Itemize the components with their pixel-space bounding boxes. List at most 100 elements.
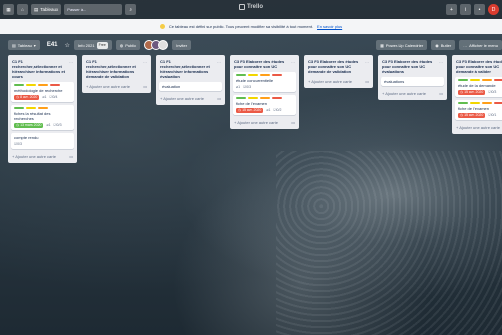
list-header[interactable]: C1 F1 rechercher,sélectionner et hiérarc… <box>11 58 74 82</box>
home-button[interactable]: ⌂ <box>17 4 28 15</box>
label-yellow[interactable] <box>470 79 480 81</box>
star-icon[interactable]: ☆ <box>65 42 70 49</box>
label-yellow[interactable] <box>26 107 36 109</box>
label-orange[interactable] <box>482 102 492 104</box>
label-yellow[interactable] <box>248 74 258 76</box>
label-orange[interactable] <box>38 84 48 86</box>
label-red[interactable] <box>50 84 60 86</box>
more-icon: … <box>463 42 468 48</box>
add-card-button[interactable]: + Ajouter une autre carte▭ <box>11 152 74 160</box>
more-icon[interactable]: … <box>365 59 369 64</box>
label-green[interactable] <box>458 79 468 81</box>
add-card-button[interactable]: + Ajouter une autre carte▭ <box>381 89 444 97</box>
apps-button[interactable]: ▦ <box>3 4 14 15</box>
label-yellow[interactable] <box>26 84 36 86</box>
due-date-badge[interactable]: ◷ 8 avr. 2020 <box>14 95 40 100</box>
template-icon[interactable]: ▭ <box>439 91 443 96</box>
card[interactable]: évaluation <box>159 82 222 91</box>
add-card-button[interactable]: + Ajouter une autre carte ▭ <box>233 118 296 126</box>
show-menu-button[interactable]: … Afficher le menu <box>459 40 502 50</box>
template-icon[interactable]: ▭ <box>291 120 295 125</box>
list-title[interactable]: C3 F3 Elaborer des études pour connaitre… <box>234 59 289 69</box>
card[interactable]: fiche de l'examen ◷ 15 avr. 2020 ☑0/1 <box>455 100 502 120</box>
more-icon[interactable]: … <box>69 59 73 64</box>
board-view-switcher[interactable]: ▤ Tableau ▾ <box>8 40 40 50</box>
due-date-badge[interactable]: ◷ 15 avr. 2020 <box>458 90 486 95</box>
card[interactable]: fiche de l'examen ◷ 15 avr. 2020 ⌀1 ☑0/2 <box>233 95 296 115</box>
team-button[interactable]: Info 2021 Free <box>73 40 112 50</box>
list: C1 F1 rechercher,sélectionner et hiérarc… <box>82 55 151 93</box>
info-button[interactable]: i <box>460 4 471 15</box>
card[interactable]: compte rendu ☑0/3 <box>11 133 74 149</box>
label-green[interactable] <box>14 107 24 109</box>
list-header[interactable]: C3 F3 Elaborer des études pour connaitre… <box>455 58 502 77</box>
label-red[interactable] <box>494 102 502 104</box>
due-date: 13 mars 2020 <box>20 123 42 127</box>
add-card-button[interactable]: + Ajouter une autre carte▭ <box>85 82 148 90</box>
list: C1 F1 rechercher,sélectionner et hiérarc… <box>8 55 77 163</box>
card[interactable]: évaluations <box>381 77 444 86</box>
label-yellow[interactable] <box>248 97 258 99</box>
label-orange[interactable] <box>38 107 48 109</box>
learn-more-link[interactable]: En savoir plus <box>317 24 342 29</box>
label-orange[interactable] <box>260 97 270 99</box>
trello-logo[interactable]: Trello <box>238 4 263 10</box>
label-red[interactable] <box>494 79 502 81</box>
home-icon: ⌂ <box>21 7 24 12</box>
list-title[interactable]: C3 F3 Elaborer des études pour connaitre… <box>308 59 363 74</box>
search-button[interactable]: ⌕ <box>125 4 137 15</box>
card[interactable]: méthodologie de recherche ◷ 8 avr. 2020 ⌀1 ☑… <box>11 82 74 102</box>
boards-button[interactable]: ▤ Tableaux <box>31 4 62 15</box>
card[interactable]: étude concurrentielle ⌀1 ☑0/3 <box>233 72 296 92</box>
card[interactable]: fiches la résultat des recherches ◷ 13 mar… <box>11 105 74 130</box>
card[interactable]: étude de la demande ◷ 15 avr. 2020 ☑0/3 <box>455 77 502 97</box>
list-header[interactable]: C3 F3 Elaborer des études pour connaitre… <box>307 58 370 77</box>
list-header[interactable]: C3 F3 Elaborer des études pour connaitre… <box>233 58 296 72</box>
label-orange[interactable] <box>260 74 270 76</box>
list-header[interactable]: C1 F1 rechercher,sélectionner et hiérarc… <box>159 58 222 82</box>
notifications-button[interactable]: • <box>474 4 485 15</box>
list-title[interactable]: C3 F3 Elaborer des études pour connaitre… <box>382 59 437 74</box>
due-date-badge[interactable]: ◷ 15 avr. 2020 <box>236 108 264 113</box>
list-title[interactable]: C1 F1 rechercher,sélectionner et hiérarc… <box>12 59 67 79</box>
label-green[interactable] <box>458 102 468 104</box>
member-avatar[interactable] <box>158 40 169 50</box>
search-input[interactable] <box>64 4 123 15</box>
create-button[interactable]: + <box>446 4 457 15</box>
butler-button[interactable]: ◉ Butler <box>431 40 456 50</box>
due-date: 8 avr. 2020 <box>20 95 38 99</box>
add-card-button[interactable]: + Ajouter une autre carte▭ <box>159 94 222 102</box>
due-date-badge[interactable]: ◷ 13 mars 2020 <box>14 123 44 128</box>
card-badges: ◷ 13 mars 2020 ⌀1 ☑0/3 <box>14 123 71 128</box>
more-icon[interactable]: … <box>143 59 147 64</box>
list-header[interactable]: C3 F3 Elaborer des études pour connaitre… <box>381 58 444 77</box>
template-icon[interactable]: ▭ <box>217 96 221 101</box>
more-icon[interactable]: … <box>217 59 221 64</box>
visibility-button[interactable]: ◍ Public <box>115 40 141 50</box>
calendar-powerup-button[interactable]: ▦ Power-Up Calendrier <box>376 40 428 50</box>
list-title[interactable]: C1 F1 rechercher,sélectionner et hiérarc… <box>86 59 141 79</box>
list-title[interactable]: C1 F1 rechercher,sélectionner et hiérarc… <box>160 59 215 79</box>
add-card-button[interactable]: + Ajouter une autre carte▭ <box>307 77 370 85</box>
label-yellow[interactable] <box>470 102 480 104</box>
board-title[interactable]: E41 <box>44 42 61 48</box>
account-avatar[interactable]: D <box>488 4 499 15</box>
label-green[interactable] <box>236 97 246 99</box>
due-date-badge[interactable]: ◷ 15 avr. 2020 <box>458 113 486 118</box>
add-card-label: + Ajouter une autre carte <box>234 120 278 125</box>
label-green[interactable] <box>14 84 24 86</box>
template-icon[interactable]: ▭ <box>365 79 369 84</box>
label-orange[interactable] <box>482 79 492 81</box>
template-icon[interactable]: ▭ <box>143 84 147 89</box>
list-header[interactable]: C1 F1 rechercher,sélectionner et hiérarc… <box>85 58 148 82</box>
add-card-button[interactable]: + Ajouter une autre carte▭ <box>455 123 502 131</box>
label-red[interactable] <box>272 97 282 99</box>
label-green[interactable] <box>236 74 246 76</box>
invite-button[interactable]: Inviter <box>172 40 192 50</box>
more-icon[interactable]: … <box>439 59 443 64</box>
more-icon[interactable]: … <box>291 59 295 64</box>
template-icon[interactable]: ▭ <box>69 154 73 159</box>
label-red[interactable] <box>272 74 282 76</box>
list-title[interactable]: C3 F3 Elaborer des études pour connaitre… <box>456 59 502 74</box>
bell-icon: • <box>478 6 481 13</box>
